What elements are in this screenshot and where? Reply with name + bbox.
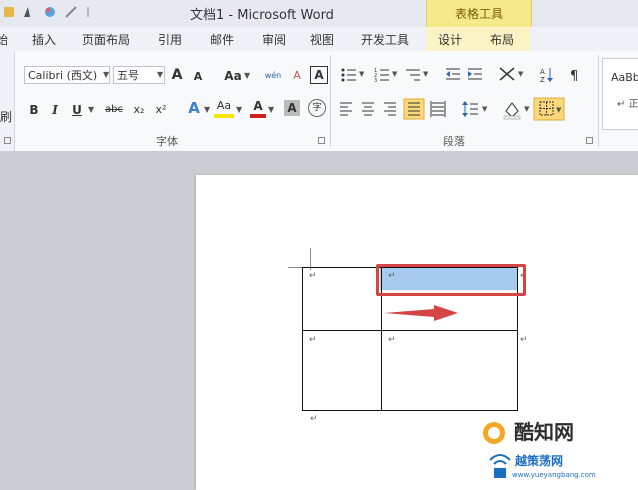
chevron-down-icon[interactable]: ▼ <box>157 70 163 79</box>
chevron-down-icon[interactable]: ▼ <box>88 105 94 114</box>
paragraph-mark: ↵ <box>310 414 318 424</box>
align-center-icon <box>362 102 374 116</box>
distributed-icon <box>430 101 446 117</box>
text-effects-button[interactable]: A <box>186 98 202 118</box>
chevron-down-icon[interactable]: ▼ <box>204 105 210 114</box>
tab-review[interactable]: 审阅 <box>262 31 286 48</box>
tab-home-partial[interactable]: 始 <box>0 31 8 48</box>
bold-button[interactable]: B <box>26 100 42 120</box>
italic-button[interactable]: I <box>48 100 62 120</box>
tab-insert[interactable]: 插入 <box>32 31 56 48</box>
svg-text:▼: ▼ <box>359 70 365 78</box>
chinese-layout-icon <box>499 67 515 81</box>
subscript-button[interactable]: x₂ <box>130 100 148 120</box>
line-spacing-icon <box>462 101 478 117</box>
dialog-launcher-icon[interactable] <box>318 137 326 145</box>
chevron-down-icon[interactable]: ▼ <box>268 105 274 114</box>
dialog-launcher-icon[interactable] <box>586 137 594 145</box>
chevron-down-icon[interactable]: ▼ <box>236 105 242 114</box>
clipboard-group-partial <box>0 51 15 151</box>
clear-formatting-button[interactable]: A <box>286 66 308 86</box>
superscript-button[interactable]: x² <box>152 100 170 120</box>
tab-references[interactable]: 引用 <box>158 31 182 48</box>
tab-mailings[interactable]: 邮件 <box>210 31 234 48</box>
sort-icon: AZ <box>540 68 553 84</box>
group-separator <box>598 55 599 147</box>
dialog-launcher-icon[interactable] <box>4 137 12 145</box>
svg-text:3: 3 <box>374 78 377 84</box>
font-group-label: 字体 <box>156 135 178 148</box>
show-marks-icon: ¶ <box>570 69 578 84</box>
strikethrough-button[interactable]: abc <box>102 100 126 120</box>
paragraph-controls[interactable]: ▼ 123 ▼ ▼ ▼ AZ ¶ ▼ ▼ ▼ <box>338 66 598 126</box>
watermark-logo-icon <box>483 422 505 444</box>
enclose-characters-button[interactable]: 字 <box>308 99 326 117</box>
tab-layout[interactable]: 布局 <box>490 31 514 48</box>
window-title: 文档1 - Microsoft Word <box>190 8 334 23</box>
chevron-down-icon[interactable]: ▼ <box>244 71 250 80</box>
highlight-color-button[interactable]: Aa <box>214 98 234 118</box>
svg-text:▼: ▼ <box>556 106 562 114</box>
quick-access-toolbar[interactable] <box>2 3 92 21</box>
borders-icon: ▼ <box>533 97 565 121</box>
multilevel-list-icon <box>406 69 420 81</box>
style-sample[interactable]: AaBb <box>611 71 638 84</box>
bullets-icon <box>341 68 356 82</box>
tab-developer[interactable]: 开发工具 <box>361 31 409 48</box>
align-right-icon <box>384 102 396 116</box>
group-separator <box>330 55 331 147</box>
numbering-icon: 123 <box>374 68 389 84</box>
svg-text:▼: ▼ <box>392 70 398 78</box>
justify-icon <box>403 98 425 120</box>
paragraph-mark: ↵ <box>520 335 528 345</box>
decrease-indent-icon <box>446 68 460 80</box>
quick-access-icons[interactable] <box>2 3 92 21</box>
style-name-partial: ↵ 正 <box>617 99 638 110</box>
styles-gallery[interactable]: AaBb ↵ 正 <box>602 58 638 130</box>
change-case-button[interactable]: Aa <box>222 66 244 86</box>
table-tools-context-header: 表格工具 <box>426 0 532 27</box>
svg-text:▼: ▼ <box>524 105 530 113</box>
paragraph-mark: ↵ <box>388 335 396 345</box>
character-border-button[interactable]: A <box>310 66 328 84</box>
svg-text:Z: Z <box>540 76 545 84</box>
font-color-button[interactable]: A <box>250 98 266 118</box>
svg-text:▼: ▼ <box>482 105 488 113</box>
paragraph-mark: ↵ <box>309 271 317 281</box>
align-left-icon <box>340 102 352 116</box>
svg-text:▼: ▼ <box>423 70 429 78</box>
table-cell-r2c2[interactable] <box>381 330 518 411</box>
annotation-highlight-box <box>376 264 526 296</box>
svg-text:¶: ¶ <box>570 69 578 84</box>
format-painter-label-partial[interactable]: 刷 <box>0 108 12 125</box>
watermark-wifi-icon <box>489 454 511 478</box>
increase-indent-icon <box>468 68 482 80</box>
watermark-brand: 酷知网 <box>514 420 574 444</box>
watermark-site-name: 越策荡网 <box>515 454 564 468</box>
tab-view[interactable]: 视图 <box>310 31 334 48</box>
paragraph-group-label: 段落 <box>443 135 465 148</box>
watermark-site-url: www.yueyangbang.com <box>512 471 596 479</box>
pinyin-guide-button[interactable]: wén <box>262 66 284 86</box>
font-name-combo[interactable]: Calibri (西文) <box>24 66 110 84</box>
svg-text:▼: ▼ <box>518 70 524 78</box>
shrink-font-button[interactable]: A <box>192 67 204 87</box>
tab-page-layout[interactable]: 页面布局 <box>82 31 130 48</box>
underline-button[interactable]: U <box>70 100 84 120</box>
character-shading-button[interactable]: A <box>284 100 300 116</box>
paragraph-mark: ↵ <box>309 335 317 345</box>
grow-font-button[interactable]: A <box>170 65 184 85</box>
context-group-label: 表格工具 <box>454 7 503 21</box>
svg-text:A: A <box>540 68 545 76</box>
shading-icon <box>503 102 521 120</box>
chevron-down-icon[interactable]: ▼ <box>103 70 109 79</box>
tab-design[interactable]: 设计 <box>438 31 462 48</box>
annotation-arrow-icon <box>384 305 458 321</box>
